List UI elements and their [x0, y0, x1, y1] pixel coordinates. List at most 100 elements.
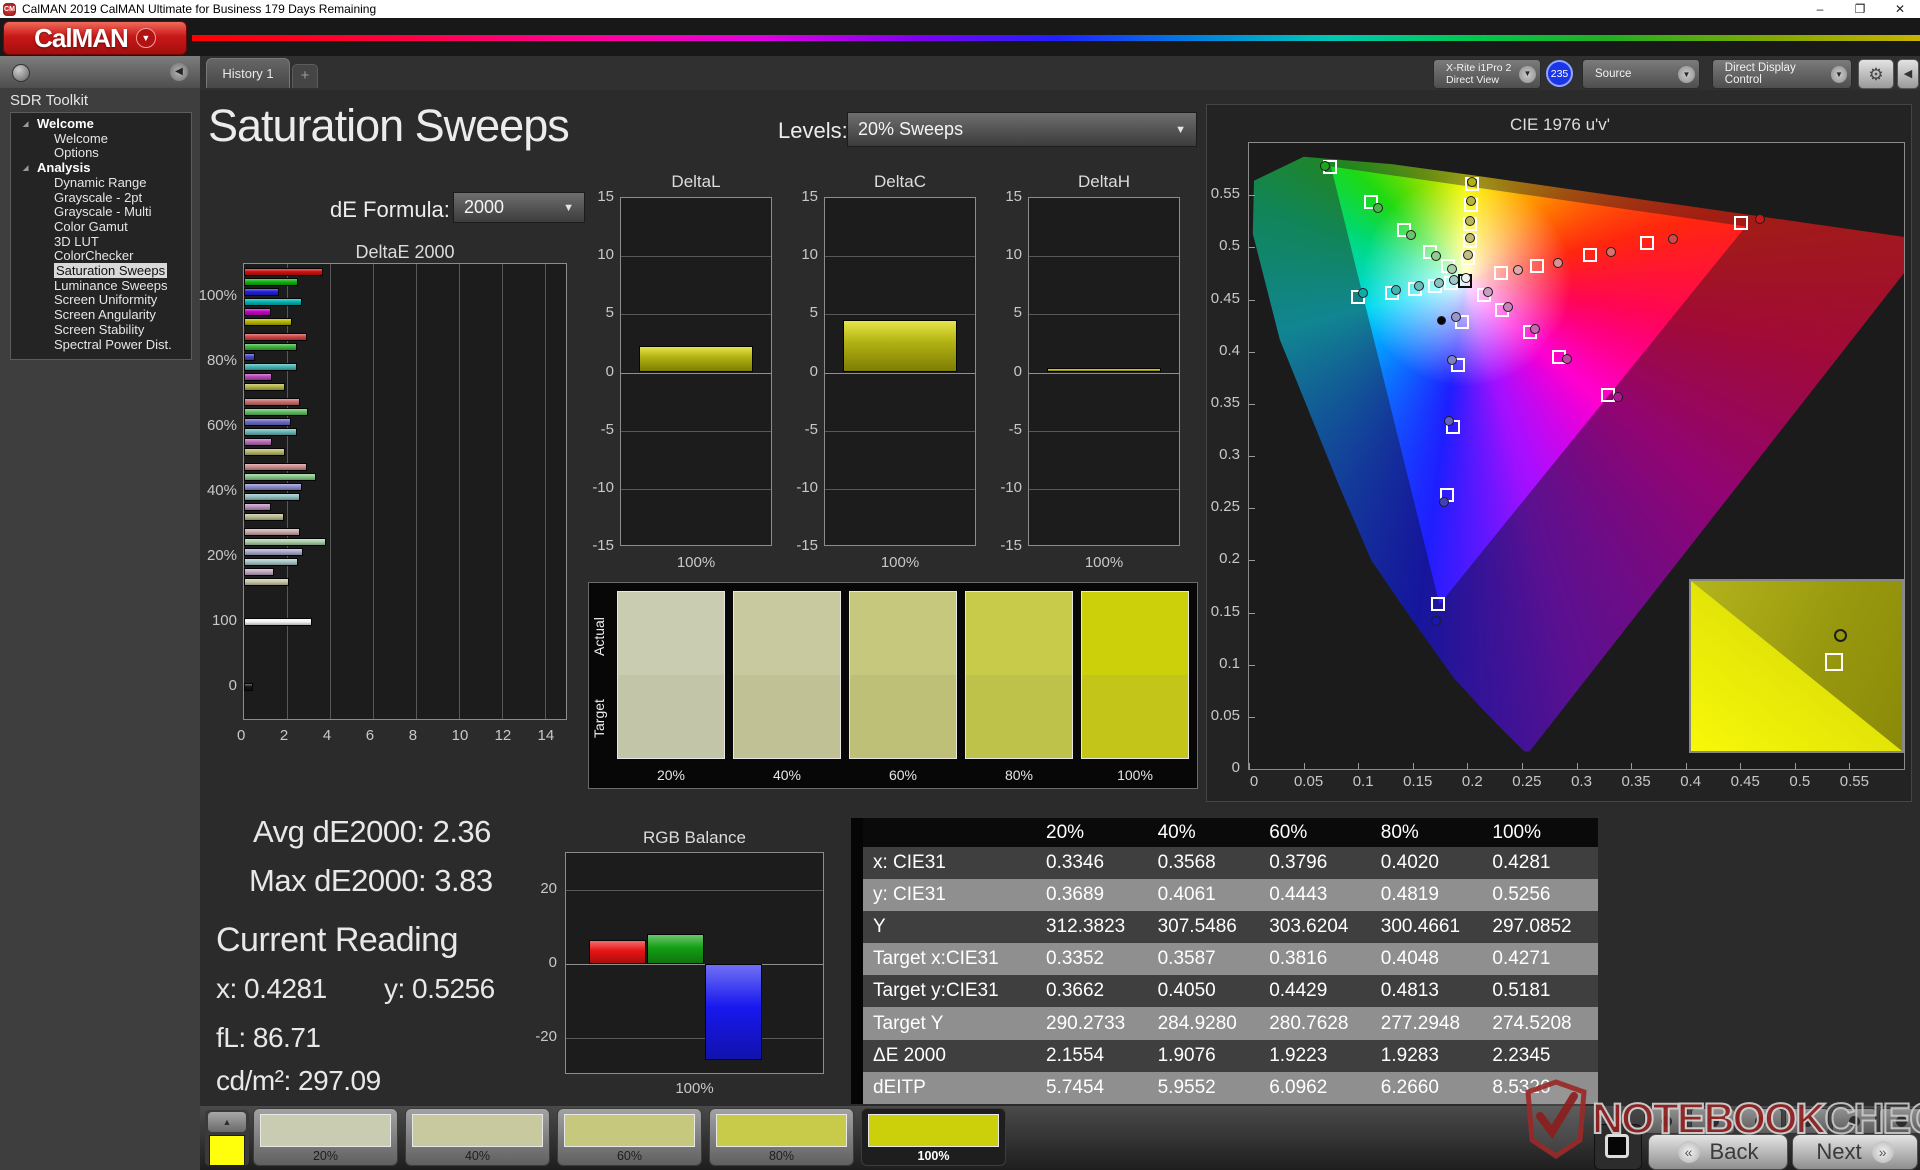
- transport-button-5[interactable]: [1832, 1108, 1876, 1134]
- stop-button[interactable]: [1594, 1124, 1642, 1170]
- cie-measured-yellow: [1464, 216, 1475, 227]
- back-button[interactable]: « Back: [1648, 1134, 1788, 1170]
- transport-button-6[interactable]: [1879, 1108, 1920, 1134]
- meter-dropdown[interactable]: X-Rite i1Pro 2 Direct View ▼: [1433, 59, 1541, 89]
- sidebar-item-welcome[interactable]: Welcome: [11, 131, 191, 147]
- levels-dropdown[interactable]: 20% Sweeps ▼: [847, 112, 1197, 147]
- restore-button[interactable]: ❐: [1840, 2, 1880, 16]
- sidebar-collapse-icon[interactable]: ◀: [170, 63, 188, 81]
- cie-x-tick: 0.3: [1571, 773, 1592, 790]
- sidebar-item-luminance-sweeps[interactable]: Luminance Sweeps: [11, 278, 191, 294]
- deltae-bar: [244, 297, 302, 306]
- sidebar-item-grayscale-2pt[interactable]: Grayscale - 2pt: [11, 190, 191, 206]
- back-arrow-icon: «: [1677, 1141, 1700, 1163]
- mini-gridline: [621, 488, 771, 490]
- cie-measured-red: [1667, 233, 1678, 244]
- table-value-cell: 274.5208: [1492, 1012, 1572, 1034]
- transport-button-2[interactable]: [1691, 1108, 1735, 1134]
- cie-y-tick-mark: [1249, 351, 1255, 353]
- deltae-chart-title: DeltaE 2000: [355, 242, 455, 262]
- table-row: Target x:CIE31 0.3352 0.3587 0.3816 0.4048 0.…: [851, 943, 1598, 976]
- luminance-badge[interactable]: 235: [1546, 60, 1573, 87]
- sidebar-item-screen-stability[interactable]: Screen Stability: [11, 322, 191, 338]
- next-label: Next: [1816, 1139, 1862, 1164]
- sidebar-item-spectral-power-dist-[interactable]: Spectral Power Dist.: [11, 337, 191, 353]
- cie-measured-cyan: [1357, 288, 1368, 299]
- deltae-x-tick: 8: [408, 727, 418, 744]
- mini-y-tick: 10: [597, 246, 614, 264]
- sidebar-item-screen-angularity[interactable]: Screen Angularity: [11, 307, 191, 323]
- mini-y-tick: -5: [600, 420, 614, 438]
- sidebar-indicator-button[interactable]: [12, 64, 30, 82]
- sidebar-item-grayscale-multi[interactable]: Grayscale - Multi: [11, 204, 191, 220]
- cie-y-tick-mark: [1249, 508, 1255, 510]
- sidebar-item-screen-uniformity[interactable]: Screen Uniformity: [11, 293, 191, 308]
- next-button[interactable]: Next »: [1792, 1134, 1918, 1170]
- mini-y-tick: 5: [605, 304, 614, 322]
- thumbnail-40%[interactable]: 40%: [405, 1108, 550, 1166]
- inset-target-marker: [1825, 653, 1843, 671]
- deltae-bar: [244, 462, 308, 471]
- actual-swatch: [965, 591, 1073, 675]
- sidebar-item-color-gamut[interactable]: Color Gamut: [11, 219, 191, 235]
- table-strip-cell: [851, 911, 863, 944]
- cie-x-tick: 0.35: [1621, 773, 1651, 790]
- deltae-bar: [244, 277, 298, 286]
- thumbnail-60%[interactable]: 60%: [557, 1108, 702, 1166]
- sidebar-item-welcome[interactable]: Welcome: [11, 116, 191, 132]
- source-dropdown[interactable]: Source ▼: [1582, 59, 1700, 89]
- table-strip-cell: [851, 847, 863, 880]
- table-value-cell: 0.4271: [1492, 948, 1551, 970]
- cie-y-tick-mark: [1249, 664, 1255, 666]
- cie-y-tick-mark: [1249, 612, 1255, 614]
- reading-y: y: 0.5256: [384, 973, 495, 1004]
- thumbnail-label: 100%: [917, 1149, 950, 1163]
- cie-measured-magenta: [1502, 301, 1513, 312]
- sidebar-item-dynamic-range[interactable]: Dynamic Range: [11, 175, 191, 191]
- mini-y-tick: 15: [801, 188, 818, 205]
- mini-y-tick: 5: [809, 304, 818, 322]
- deltae-x-tick: 2: [279, 727, 289, 744]
- mini-x-label: 100%: [880, 554, 920, 571]
- table-row-label: ΔE 2000: [873, 1044, 946, 1066]
- thumbnail-80%[interactable]: 80%: [709, 1108, 854, 1166]
- sidebar-item-3d-lut[interactable]: 3D LUT: [11, 234, 191, 250]
- formula-dropdown[interactable]: 2000 ▼: [453, 192, 585, 223]
- table-value-cell: 0.3662: [1046, 980, 1105, 1002]
- panel-collapse-icon[interactable]: ◀: [1897, 59, 1919, 89]
- tab-history[interactable]: History 1: [206, 58, 290, 88]
- minimize-button[interactable]: –: [1800, 2, 1840, 16]
- mini-y-tick: -15: [1000, 537, 1022, 554]
- tab-add-button[interactable]: +: [292, 64, 318, 88]
- transport-button-1[interactable]: [1644, 1108, 1688, 1134]
- table-col-header: 60%: [1269, 821, 1308, 843]
- calman-logo-button[interactable]: CalMAN ▼: [3, 21, 187, 55]
- target-swatch: [1081, 675, 1189, 759]
- display-control-dropdown[interactable]: Direct Display Control ▼: [1712, 59, 1852, 89]
- mini-y-tick: -15: [796, 537, 818, 554]
- deltae-bar: [244, 317, 293, 326]
- thumbnail-100%[interactable]: 100%: [861, 1108, 1006, 1166]
- table-row: Target Y 290.2733 284.9280 280.7628 277.2948…: [851, 1007, 1598, 1040]
- deltae-bar: [244, 472, 316, 481]
- rgb-y-tick: -20: [535, 1028, 557, 1045]
- transport-button-3[interactable]: [1738, 1108, 1782, 1134]
- mini-gridline: [621, 430, 771, 432]
- close-button[interactable]: ✕: [1880, 2, 1920, 16]
- expand-up-button[interactable]: ▲: [208, 1112, 246, 1132]
- table-value-cell: 0.3796: [1269, 852, 1328, 874]
- sidebar-item-analysis[interactable]: Analysis: [11, 160, 191, 176]
- table-strip-cell: [851, 1071, 863, 1104]
- table-value-cell: 1.9223: [1269, 1044, 1328, 1066]
- table-col-header: 20%: [1046, 821, 1085, 843]
- transport-button-4[interactable]: [1785, 1108, 1829, 1134]
- cie-measured-blue: [1443, 415, 1454, 426]
- mini-gridline: [825, 372, 975, 374]
- sidebar-item-saturation-sweeps[interactable]: Saturation Sweeps: [11, 263, 191, 279]
- sidebar-item-colorchecker[interactable]: ColorChecker: [11, 248, 191, 264]
- cie-measured-green: [1405, 229, 1416, 240]
- thumbnail-20%[interactable]: 20%: [253, 1108, 398, 1166]
- cie-y-tick: 0.3: [1219, 446, 1240, 463]
- sidebar-item-options[interactable]: Options: [11, 146, 191, 161]
- gear-icon[interactable]: ⚙: [1858, 59, 1894, 89]
